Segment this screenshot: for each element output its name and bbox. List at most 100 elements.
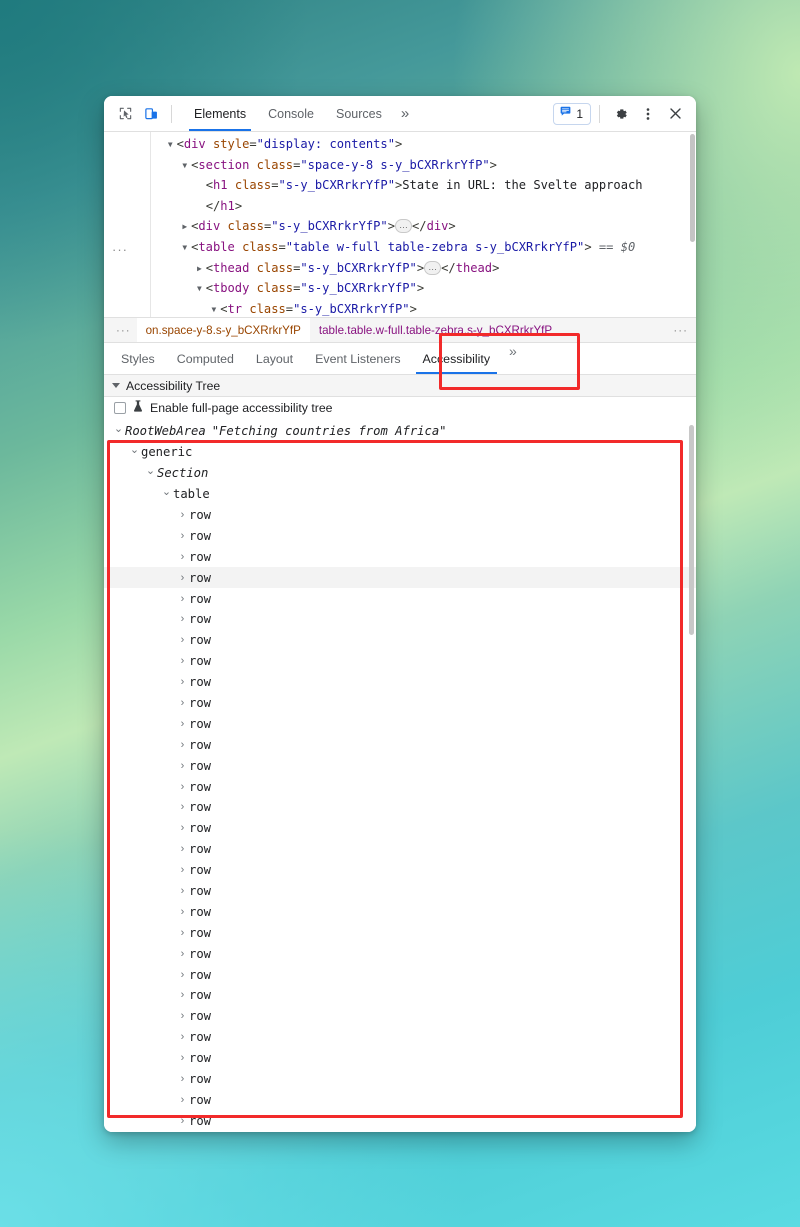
chevron-down-icon[interactable] [160,488,173,501]
tab-accessibility[interactable]: Accessibility [412,343,501,374]
chevron-right-icon[interactable] [176,613,189,625]
dom-gutter-dots[interactable]: ··· [112,240,128,261]
a11y-tree-row[interactable]: row [104,881,696,902]
a11y-tree-row[interactable]: row [104,588,696,609]
issues-button[interactable]: 1 [553,102,591,125]
inspect-cursor-icon[interactable] [112,102,138,126]
a11y-tree-row[interactable]: row [104,672,696,693]
dom-tree-line[interactable]: ▾ <tbody class="s-y_bCXRrkrYfP"> [152,278,696,299]
close-icon[interactable] [662,102,688,126]
a11y-tree-row[interactable]: row [104,964,696,985]
chevron-right-icon[interactable] [176,551,189,563]
a11y-tree-row[interactable]: row [104,922,696,943]
chevron-right-icon[interactable] [176,655,189,667]
tab-event-listeners[interactable]: Event Listeners [304,343,411,374]
a11y-tree-row[interactable]: row [104,1090,696,1111]
accessibility-tree-panel[interactable]: RootWebArea "Fetching countries from Afri… [104,419,696,1132]
disclosure-closed-icon[interactable]: ▸ [181,216,191,237]
chevron-right-icon[interactable] [176,969,189,981]
chevron-right-icon[interactable] [176,927,189,939]
accessibility-tree-section-header[interactable]: Accessibility Tree [104,375,696,397]
a11y-tree-node[interactable]: generic [104,442,696,463]
tab-styles[interactable]: Styles [110,343,166,374]
a11y-tree-row[interactable]: row [104,755,696,776]
chevron-down-icon[interactable] [144,467,157,480]
disclosure-open-icon[interactable]: ▾ [196,278,206,299]
a11y-tree-node[interactable]: RootWebArea "Fetching countries from Afri… [104,421,696,442]
dom-tree-pane[interactable]: ··· ▾ <div style="display: contents"> ▾ <s… [104,132,696,317]
dom-tree-scrollbar[interactable] [690,134,695,242]
breadcrumb-overflow-left[interactable]: ··· [110,324,137,337]
tab-computed[interactable]: Computed [166,343,245,374]
chevron-right-icon[interactable] [176,676,189,688]
gear-icon[interactable] [608,102,634,126]
enable-full-page-checkbox[interactable] [114,402,126,414]
breadcrumb-item-table[interactable]: table.table.w-full.table-zebra.s-y_bCXRr… [309,318,562,342]
a11y-tree-node[interactable]: table [104,484,696,505]
chevron-right-icon[interactable] [176,634,189,646]
chevron-right-icon[interactable] [176,801,189,813]
tab-console[interactable]: Console [257,96,325,131]
disclosure-open-icon[interactable]: ▾ [210,299,220,317]
chevron-down-icon[interactable] [128,446,141,459]
dom-tree-line[interactable]: ▸ <div class="s-y_bCXRrkrYfP">… </div> [152,216,696,237]
chevron-right-icon[interactable] [176,885,189,897]
chevron-right-icon[interactable] [176,530,189,542]
a11y-tree-row[interactable]: row [104,713,696,734]
a11y-tree-row[interactable]: row [104,1006,696,1027]
chevron-right-icon[interactable] [176,697,189,709]
a11y-tree-row[interactable]: row [104,546,696,567]
a11y-tree-row[interactable]: row [104,839,696,860]
disclosure-closed-icon[interactable]: ▸ [196,258,206,279]
chevron-right-icon[interactable] [176,509,189,521]
chevron-right-icon[interactable] [176,906,189,918]
dom-tree-line[interactable]: ▾ <table class="table w-full table-zebra … [152,237,696,258]
tab-sources[interactable]: Sources [325,96,393,131]
tab-elements[interactable]: Elements [183,96,257,131]
breadcrumb-overflow-right[interactable]: ··· [665,324,696,337]
chevron-right-icon[interactable] [176,739,189,751]
dom-tree-line[interactable]: <h1 class="s-y_bCXRrkrYfP">State in URL:… [152,175,696,196]
more-panels-chevron-icon[interactable]: » [393,96,417,131]
device-toolbar-icon[interactable] [138,102,164,126]
a11y-tree-row[interactable]: row [104,693,696,714]
chevron-right-icon[interactable] [176,1052,189,1064]
disclosure-open-icon[interactable]: ▾ [181,237,191,258]
a11y-tree-row[interactable]: row [104,609,696,630]
tab-layout[interactable]: Layout [245,343,304,374]
collapsed-children-icon[interactable]: … [395,219,412,234]
a11y-tree-row[interactable]: row [104,505,696,526]
dom-tree-line[interactable]: </h1> [152,196,696,217]
collapsed-children-icon[interactable]: … [424,260,442,275]
chevron-right-icon[interactable] [176,1094,189,1106]
chevron-right-icon[interactable] [176,1010,189,1022]
dom-tree-line[interactable]: ▾ <section class="space-y-8 s-y_bCXRrkrYf… [152,155,696,176]
chevron-right-icon[interactable] [176,593,189,605]
chevron-right-icon[interactable] [176,1031,189,1043]
a11y-tree-row[interactable]: row [104,818,696,839]
chevron-right-icon[interactable] [176,864,189,876]
a11y-tree-row[interactable]: row [104,567,696,589]
a11y-tree-row[interactable]: row [104,943,696,964]
sidebar-more-tabs-chevron-icon[interactable]: » [501,343,517,374]
chevron-right-icon[interactable] [176,572,189,584]
a11y-tree-row[interactable]: row [104,651,696,672]
a11y-tree-row[interactable]: row [104,860,696,881]
chevron-right-icon[interactable] [176,718,189,730]
chevron-down-icon[interactable] [112,425,125,438]
a11y-tree-row[interactable]: row [104,985,696,1006]
chevron-right-icon[interactable] [176,781,189,793]
dom-tree-line[interactable]: ▾ <tr class="s-y_bCXRrkrYfP"> [152,299,696,317]
a11y-tree-row[interactable]: row [104,1110,696,1131]
a11y-tree-row[interactable]: row [104,797,696,818]
a11y-tree-row[interactable]: row [104,1027,696,1048]
a11y-tree-row[interactable]: row [104,525,696,546]
a11y-tree-row[interactable]: row [104,630,696,651]
accessibility-tree-scrollbar[interactable] [689,425,694,635]
chevron-right-icon[interactable] [176,989,189,1001]
kebab-menu-icon[interactable] [635,102,661,126]
chevron-right-icon[interactable] [176,822,189,834]
a11y-tree-row[interactable]: row [104,1069,696,1090]
a11y-tree-node[interactable]: Section [104,463,696,484]
a11y-tree-row[interactable]: row [104,1048,696,1069]
